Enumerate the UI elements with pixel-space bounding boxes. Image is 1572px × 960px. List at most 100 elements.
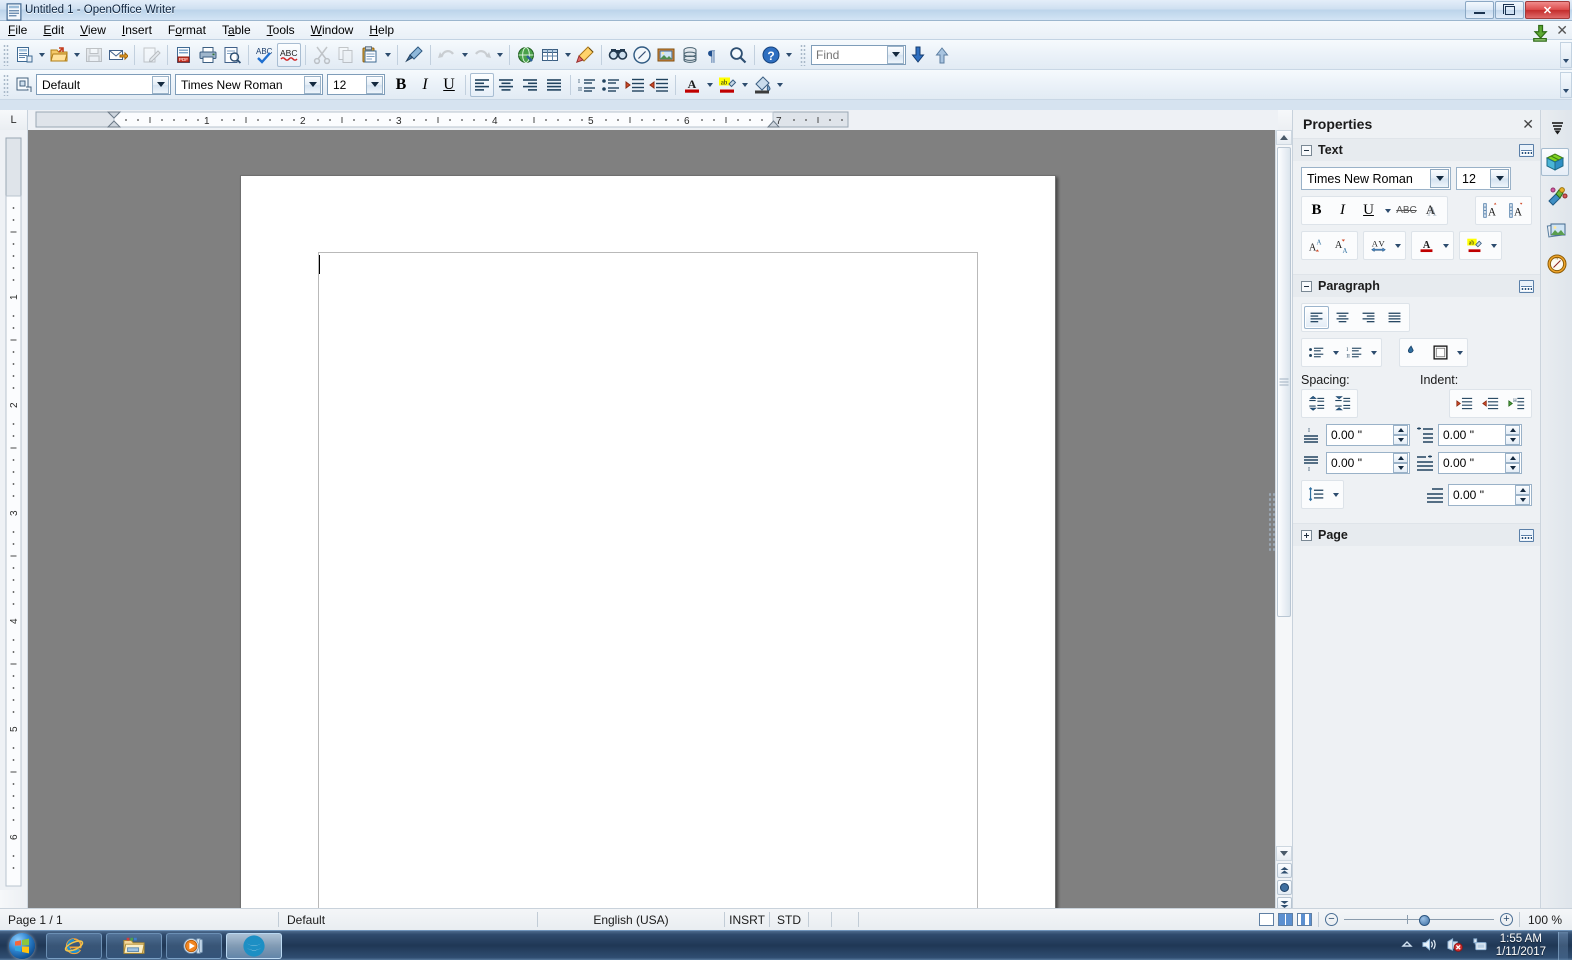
highlighting-dropdown[interactable] xyxy=(739,73,750,97)
align-left-button[interactable] xyxy=(470,73,494,97)
standard-toolbar-overflow[interactable] xyxy=(1560,42,1572,68)
insert-table-dropdown[interactable] xyxy=(562,43,573,67)
font-size-combobox[interactable]: 12 xyxy=(327,74,385,95)
sidebar-font-name-arrow[interactable] xyxy=(1430,169,1449,188)
ordered-list-button[interactable]: I II xyxy=(575,73,599,97)
document-canvas[interactable] xyxy=(28,130,1275,914)
text-panel-header[interactable]: Text xyxy=(1293,139,1540,161)
before-text-indent-field[interactable]: 0.00 " xyxy=(1438,424,1522,446)
sidebar-align-center-button[interactable] xyxy=(1330,306,1355,329)
font-color-dropdown[interactable] xyxy=(704,73,715,97)
increase-indent-button[interactable] xyxy=(623,73,647,97)
help-dropdown[interactable] xyxy=(783,43,794,67)
before-indent-increment[interactable] xyxy=(1505,425,1520,435)
clone-formatting-button[interactable] xyxy=(402,43,426,67)
sidebar-paragraph-background-button[interactable] xyxy=(1402,341,1427,364)
paragraph-panel-header[interactable]: Paragraph xyxy=(1293,275,1540,297)
undo-button[interactable] xyxy=(435,43,459,67)
spelling-check-button[interactable]: ABC xyxy=(253,43,277,67)
copy-button[interactable] xyxy=(334,43,358,67)
paste-button[interactable] xyxy=(358,43,382,67)
taskbar-file-explorer[interactable] xyxy=(106,933,162,959)
underline-button[interactable]: U xyxy=(437,73,461,97)
apply-style-icon[interactable] xyxy=(12,73,36,97)
sidebar-hanging-indent-button[interactable]: H xyxy=(1504,392,1529,415)
text-panel-expander[interactable] xyxy=(1301,145,1312,156)
sidebar-menu-icon[interactable] xyxy=(1543,114,1571,142)
restore-button[interactable] xyxy=(1495,1,1524,19)
sidebar-unordered-list-button[interactable] xyxy=(1304,341,1329,364)
email-document-button[interactable] xyxy=(106,43,130,67)
sidebar-strikethrough-button[interactable]: ABC xyxy=(1394,199,1419,222)
save-document-button[interactable] xyxy=(82,43,106,67)
navigation-method-button[interactable] xyxy=(1277,880,1292,895)
split-handle[interactable] xyxy=(1268,492,1275,552)
document-page[interactable] xyxy=(240,175,1056,914)
formatting-marks-button[interactable]: ¶ xyxy=(702,43,726,67)
sidebar-highlighting-dropdown[interactable] xyxy=(1488,234,1499,257)
zoom-out-button[interactable]: − xyxy=(1325,913,1338,926)
clock[interactable]: 1:55 AM 1/11/2017 xyxy=(1496,933,1546,959)
below-spacing-increment[interactable] xyxy=(1393,453,1408,463)
paragraph-style-combobox[interactable]: Default xyxy=(36,74,171,95)
first-line-indent-field[interactable]: 0.00 " xyxy=(1448,484,1532,506)
cut-button[interactable] xyxy=(310,43,334,67)
sidebar-underline-button[interactable]: U xyxy=(1356,199,1381,222)
paste-dropdown[interactable] xyxy=(382,43,393,67)
book-view-button[interactable] xyxy=(1297,913,1312,926)
print-preview-button[interactable] xyxy=(220,43,244,67)
help-button[interactable]: ? xyxy=(759,43,783,67)
vertical-scroll-thumb[interactable] xyxy=(1277,147,1291,617)
sidebar-decrease-indent-button[interactable] xyxy=(1478,392,1503,415)
font-color-button[interactable]: A xyxy=(680,73,704,97)
sidebar-character-spacing-dropdown[interactable] xyxy=(1392,234,1403,257)
find-dropdown-arrow[interactable] xyxy=(887,46,904,64)
page-panel-more-options[interactable] xyxy=(1519,529,1534,542)
menu-view[interactable]: View xyxy=(72,21,114,39)
sidebar-shadow-button[interactable]: A A xyxy=(1420,199,1445,222)
italic-button[interactable]: I xyxy=(413,73,437,97)
redo-dropdown[interactable] xyxy=(494,43,505,67)
decrease-indent-button[interactable] xyxy=(647,73,671,97)
sidebar-superscript-button[interactable]: A A xyxy=(1304,234,1329,257)
sidebar-ordered-list-dropdown[interactable] xyxy=(1368,341,1379,364)
new-document-dropdown[interactable] xyxy=(36,43,47,67)
data-sources-button[interactable] xyxy=(678,43,702,67)
insert-table-button[interactable] xyxy=(538,43,562,67)
find-previous-button[interactable] xyxy=(930,43,954,67)
font-size-arrow[interactable] xyxy=(366,76,383,94)
sidebar-increase-indent-button[interactable] xyxy=(1452,392,1477,415)
sidebar-paragraph-background-dropdown[interactable] xyxy=(1454,341,1465,364)
sidebar-align-left-button[interactable] xyxy=(1304,306,1329,329)
print-file-button[interactable] xyxy=(196,43,220,67)
sidebar-font-color-button[interactable]: A xyxy=(1414,234,1439,257)
sidebar-subscript-button[interactable]: A A xyxy=(1330,234,1355,257)
sidebar-character-spacing-button[interactable]: A V xyxy=(1366,234,1391,257)
status-insert-mode[interactable]: INSRT xyxy=(725,909,769,931)
formatting-toolbar-grip[interactable] xyxy=(3,74,9,96)
align-justified-button[interactable] xyxy=(542,73,566,97)
page-panel-expander[interactable] xyxy=(1301,530,1312,541)
scroll-up-button[interactable] xyxy=(1276,130,1292,145)
after-indent-decrement[interactable] xyxy=(1505,463,1520,473)
gallery-button[interactable] xyxy=(654,43,678,67)
navigator-button[interactable] xyxy=(630,43,654,67)
new-document-button[interactable] xyxy=(12,43,36,67)
zoom-in-button[interactable]: + xyxy=(1500,913,1513,926)
taskbar-media-player[interactable] xyxy=(166,933,222,959)
sidebar-font-name-combobox[interactable]: Times New Roman xyxy=(1301,167,1451,190)
paragraph-style-arrow[interactable] xyxy=(152,76,169,94)
toolbar-grip[interactable] xyxy=(3,44,9,66)
align-right-button[interactable] xyxy=(518,73,542,97)
sidebar-font-size-combobox[interactable]: 12 xyxy=(1456,167,1511,190)
previous-page-button[interactable] xyxy=(1277,863,1292,878)
edit-file-button[interactable] xyxy=(139,43,163,67)
insert-hyperlink-button[interactable] xyxy=(514,43,538,67)
action-center-icon[interactable] xyxy=(1471,937,1488,955)
start-button[interactable] xyxy=(0,932,44,960)
background-color-dropdown[interactable] xyxy=(774,73,785,97)
formatting-toolbar-overflow[interactable] xyxy=(1560,72,1572,98)
line-spacing-button[interactable] xyxy=(1304,483,1329,506)
first-line-indent-increment[interactable] xyxy=(1515,485,1530,495)
vertical-scrollbar[interactable] xyxy=(1275,130,1292,914)
